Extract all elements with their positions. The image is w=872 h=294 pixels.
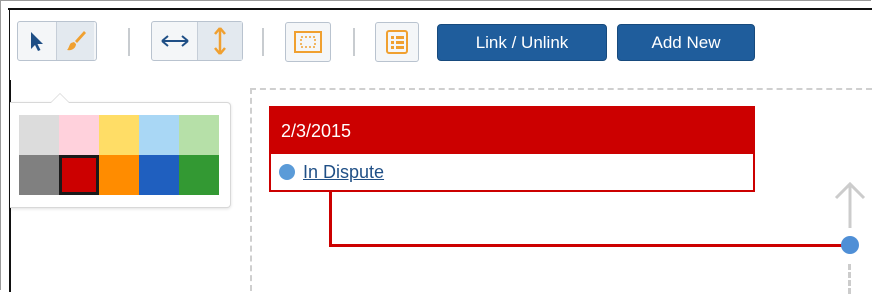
color-swatch[interactable] — [179, 155, 219, 195]
vertical-resize-icon — [214, 27, 226, 55]
canvas-dashed-border-left — [250, 88, 252, 291]
connector-line-vertical — [329, 192, 332, 247]
add-new-button[interactable]: Add New — [617, 24, 755, 61]
paintbrush-icon — [66, 31, 86, 51]
color-swatch[interactable] — [19, 155, 59, 195]
toolbar-separator — [353, 28, 355, 56]
resize-tool-group — [151, 21, 243, 61]
horizontal-resize-icon — [160, 35, 189, 47]
connector-line-horizontal — [329, 244, 850, 247]
color-swatch[interactable] — [59, 115, 99, 155]
color-swatch[interactable] — [179, 115, 219, 155]
toolbar: Link / Unlink Add New — [10, 10, 872, 80]
list-view-button[interactable] — [375, 22, 419, 62]
color-swatch[interactable] — [139, 115, 179, 155]
frame-layout-icon — [294, 31, 322, 53]
event-status-row: In Dispute — [271, 154, 753, 190]
layout-button[interactable] — [285, 22, 331, 62]
popover-caret — [50, 93, 70, 103]
toolbar-separator — [128, 28, 130, 56]
canvas-area: 2/3/2015 In Dispute — [10, 80, 872, 294]
vertical-resize-button[interactable] — [197, 22, 242, 60]
status-dot-icon — [279, 164, 295, 180]
toolbar-separator — [262, 28, 264, 56]
pointer-tool-group — [17, 21, 97, 61]
select-tool-button[interactable] — [18, 22, 56, 60]
canvas-dashed-border-top — [250, 88, 872, 90]
timeline-event-card[interactable]: 2/3/2015 In Dispute — [269, 106, 755, 192]
horizontal-resize-button[interactable] — [152, 22, 197, 60]
color-swatch[interactable] — [99, 155, 139, 195]
event-date-header: 2/3/2015 — [271, 108, 753, 154]
in-dispute-link[interactable]: In Dispute — [303, 162, 384, 183]
color-swatch[interactable] — [19, 115, 59, 155]
link-unlink-button[interactable]: Link / Unlink — [437, 24, 607, 61]
timeline-node[interactable] — [841, 236, 859, 254]
color-palette-popover — [10, 93, 231, 208]
arrow-pointer-icon — [31, 32, 43, 51]
color-swatch[interactable] — [99, 115, 139, 155]
color-swatch-grid — [19, 115, 219, 195]
color-swatch[interactable] — [59, 155, 99, 195]
list-view-icon — [386, 30, 408, 54]
up-arrow-icon[interactable] — [832, 180, 868, 230]
color-swatch[interactable] — [139, 155, 179, 195]
brush-tool-button[interactable] — [56, 22, 94, 60]
timeline-dashed-track — [848, 264, 854, 294]
